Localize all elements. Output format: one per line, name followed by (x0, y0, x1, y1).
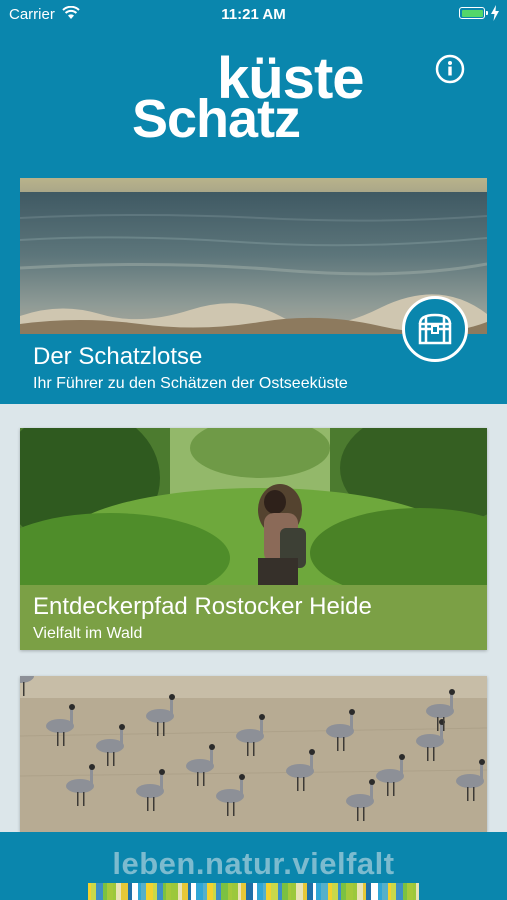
status-bar: Carrier 11:21 AM (0, 0, 507, 28)
entdeckerpfad-card[interactable]: Entdeckerpfad Rostocker Heide Vielfalt i… (20, 428, 487, 650)
footer-slogan: leben.natur.vielfalt (112, 846, 395, 881)
schatzlotse-subtitle: Ihr Führer zu den Schätzen der Ostseeküs… (33, 375, 348, 392)
treasure-chest-button[interactable] (402, 296, 468, 362)
entdeckerpfad-band: Entdeckerpfad Rostocker Heide Vielfalt i… (20, 585, 487, 650)
info-icon[interactable] (435, 54, 465, 84)
entdeckerpfad-title[interactable]: Entdeckerpfad Rostocker Heide (33, 593, 372, 621)
charging-bolt-icon (491, 5, 499, 21)
schatzlotse-title[interactable]: Der Schatzlotse (33, 343, 202, 371)
clock: 11:21 AM (221, 6, 286, 23)
color-stripes (88, 883, 419, 900)
header: Carrier 11:21 AM küste Schatz Der Schatz… (0, 0, 507, 404)
kraniche-card[interactable] (20, 676, 487, 832)
footer: leben.natur.vielfalt (0, 832, 507, 900)
logo-word-schatz: Schatz (132, 89, 301, 149)
entdeckerpfad-image (20, 428, 487, 585)
entdeckerpfad-subtitle: Vielfalt im Wald (33, 625, 143, 642)
battery-icon (459, 7, 488, 19)
kraniche-image (20, 676, 487, 832)
treasure-chest-icon (418, 313, 452, 345)
